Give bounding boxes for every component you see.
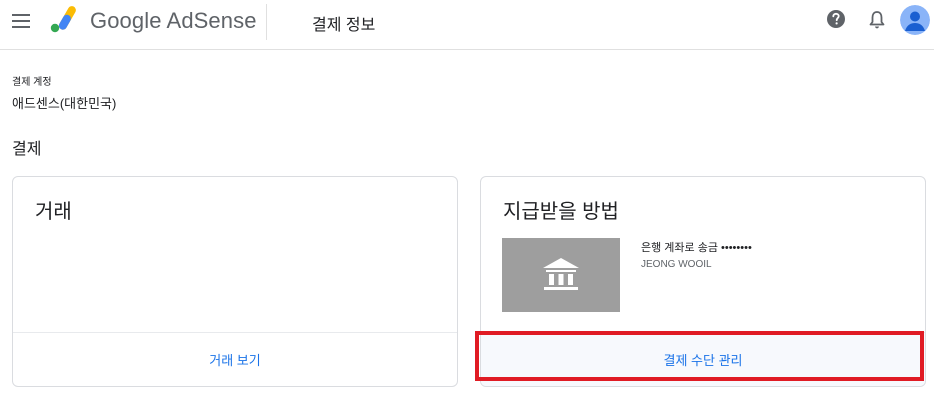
bank-thumbnail xyxy=(502,238,620,312)
payment-card-footer: 결제 수단 관리 xyxy=(481,332,925,386)
payment-method-heading: 지급받을 방법 xyxy=(503,201,619,223)
page-title: 결제 정보 xyxy=(312,17,376,34)
payment-method-card: 지급받을 방법 은행 계좌로 송금 •••••••• JEONG WOOIL 결… xyxy=(480,176,926,387)
app-header: Google AdSense 결제 정보 xyxy=(0,0,934,50)
billing-account-label: 결제 계정 xyxy=(12,77,52,88)
brand-name[interactable]: Google AdSense xyxy=(90,8,257,34)
avatar-icon[interactable] xyxy=(900,5,930,35)
header-divider xyxy=(266,4,267,40)
adsense-logo-icon[interactable] xyxy=(49,6,81,34)
billing-account-value: 애드센스(대한민국) xyxy=(12,96,117,111)
transactions-card: 거래 거래 보기 xyxy=(12,176,458,387)
view-transactions-link[interactable]: 거래 보기 xyxy=(209,350,260,369)
help-icon[interactable] xyxy=(826,9,846,29)
transactions-card-footer: 거래 보기 xyxy=(13,332,457,386)
bell-icon[interactable] xyxy=(867,9,887,31)
section-title: 결제 xyxy=(12,141,42,158)
transactions-heading: 거래 xyxy=(35,201,72,223)
menu-icon[interactable] xyxy=(12,12,32,30)
manage-payment-methods-link[interactable]: 결제 수단 관리 xyxy=(664,350,743,369)
payment-method-text: 은행 계좌로 송금 •••••••• xyxy=(641,242,752,254)
account-holder-name: JEONG WOOIL xyxy=(641,259,712,270)
bank-icon xyxy=(543,258,579,290)
